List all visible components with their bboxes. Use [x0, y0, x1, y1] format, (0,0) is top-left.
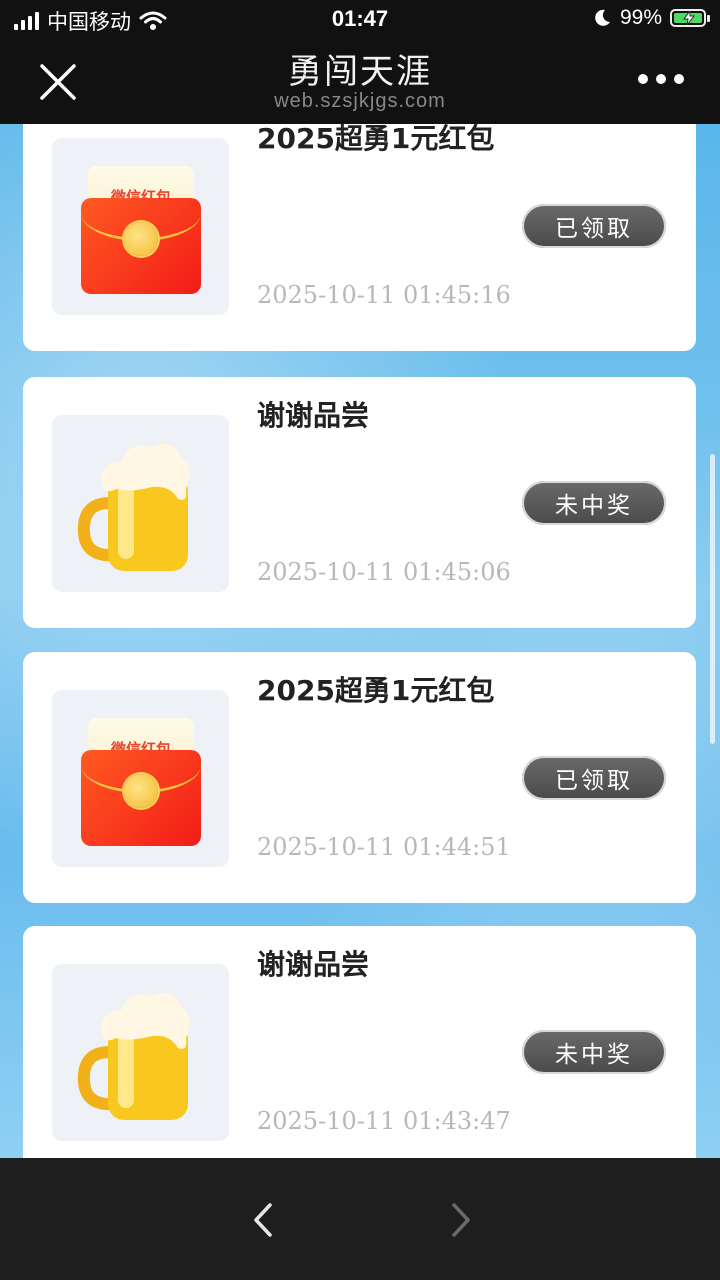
record-time: 2025-10-11 01:45:16	[257, 281, 511, 309]
list-item: 微信红包 2025超勇1元红包 已领取 2025-10-11 01:45:16	[23, 124, 696, 351]
back-arrow-icon[interactable]	[248, 1202, 278, 1238]
status-button[interactable]: 未中奖	[522, 1030, 666, 1074]
moon-icon	[595, 9, 610, 26]
more-icon[interactable]	[638, 74, 684, 84]
list-item: 谢谢品尝 未中奖 2025-10-11 01:45:06	[23, 377, 696, 628]
battery-charging-icon	[670, 9, 710, 27]
prize-title: 谢谢品尝	[257, 948, 370, 981]
red-envelope-icon: 微信红包	[81, 718, 201, 848]
battery-percent: 99%	[619, 6, 662, 29]
beer-mug-icon	[77, 443, 190, 571]
red-envelope-thumb: 微信红包	[52, 138, 229, 315]
browser-bottom-bar	[0, 1158, 720, 1280]
status-button[interactable]: 已领取	[522, 756, 666, 800]
record-list[interactable]: 微信红包 2025超勇1元红包 已领取 2025-10-11 01:45:16 …	[0, 124, 720, 1158]
record-time: 2025-10-11 01:44:51	[257, 833, 511, 861]
status-button[interactable]: 已领取	[522, 204, 666, 248]
red-envelope-icon: 微信红包	[81, 166, 201, 296]
red-envelope-thumb: 微信红包	[52, 690, 229, 867]
scrollbar[interactable]	[710, 454, 715, 744]
list-item: 微信红包 2025超勇1元红包 已领取 2025-10-11 01:44:51	[23, 652, 696, 903]
record-time: 2025-10-11 01:45:06	[257, 558, 511, 586]
beer-mug-icon	[77, 992, 190, 1120]
prize-title: 2025超勇1元红包	[257, 124, 495, 155]
forward-arrow-icon[interactable]	[446, 1202, 476, 1238]
status-bar: 中国移动 01:47 99%	[0, 0, 720, 40]
beer-mug-thumb	[52, 964, 229, 1141]
prize-title: 2025超勇1元红包	[257, 674, 495, 707]
page-url: web.szsjkjgs.com	[274, 90, 446, 112]
page-title: 勇闯天涯	[288, 52, 432, 92]
list-item: 谢谢品尝 未中奖 2025-10-11 01:43:47	[23, 926, 696, 1158]
status-button[interactable]: 未中奖	[522, 481, 666, 525]
prize-title: 谢谢品尝	[257, 399, 370, 432]
nav-bar: 勇闯天涯 web.szsjkjgs.com	[0, 40, 720, 124]
record-time: 2025-10-11 01:43:47	[257, 1107, 511, 1135]
beer-mug-thumb	[52, 415, 229, 592]
